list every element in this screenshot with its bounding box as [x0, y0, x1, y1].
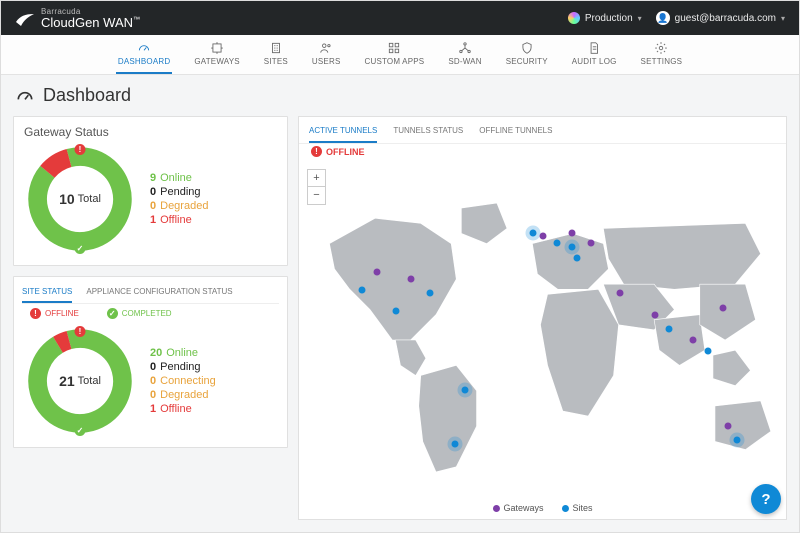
- gateway-icon: [210, 41, 224, 55]
- environment-selector[interactable]: Production ▾: [568, 12, 642, 24]
- map-point-site[interactable]: [393, 308, 400, 315]
- nav-custom-apps[interactable]: CUSTOM APPS: [362, 37, 426, 74]
- gauge-icon: [15, 86, 35, 106]
- map-point-site[interactable]: [734, 437, 741, 444]
- nav-dashboard[interactable]: DASHBOARD: [116, 37, 172, 74]
- main-nav: DASHBOARD GATEWAYS SITES USERS CUSTOM AP…: [1, 35, 799, 75]
- map-point-site[interactable]: [568, 243, 575, 250]
- chevron-down-icon: ▾: [781, 14, 785, 23]
- account-email: guest@barracuda.com: [675, 13, 776, 24]
- account-menu[interactable]: 👤 guest@barracuda.com ▾: [656, 11, 785, 25]
- tab-tunnels-status[interactable]: TUNNELS STATUS: [393, 125, 463, 143]
- gateway-legend: 9Online 0Pending 0Degraded 1Offline: [150, 172, 208, 226]
- site-status-donut: ! ✓ 21Total: [24, 325, 136, 437]
- environment-label: Production: [585, 13, 633, 24]
- map-point-site[interactable]: [461, 387, 468, 394]
- world-map-svg: [299, 161, 786, 519]
- nav-security[interactable]: SECURITY: [504, 37, 550, 74]
- nav-sd-wan[interactable]: SD-WAN: [446, 37, 483, 74]
- gateway-status-card: Gateway Status ! ✓ 10Total 9Online 0Pend…: [13, 116, 288, 266]
- gear-icon: [654, 41, 668, 55]
- map-point-site[interactable]: [451, 440, 458, 447]
- document-icon: [587, 41, 601, 55]
- gauge-icon: [137, 41, 151, 55]
- page-title: Dashboard: [1, 75, 799, 116]
- barracuda-logo-icon: [15, 8, 35, 28]
- tab-offline-tunnels[interactable]: OFFLINE TUNNELS: [479, 125, 552, 143]
- nav-gateways[interactable]: GATEWAYS: [192, 37, 241, 74]
- brand-logo: Barracuda CloudGen WAN™: [15, 8, 140, 29]
- network-icon: [458, 41, 472, 55]
- tab-appliance-config-status[interactable]: APPLIANCE CONFIGURATION STATUS: [86, 283, 232, 303]
- donut-total: 10Total: [24, 143, 136, 255]
- users-icon: [319, 41, 333, 55]
- map-point-gateway[interactable]: [373, 268, 380, 275]
- map-point-gateway[interactable]: [690, 337, 697, 344]
- site-status-card: SITE STATUS APPLIANCE CONFIGURATION STAT…: [13, 276, 288, 448]
- map-point-site[interactable]: [554, 240, 561, 247]
- card-title: Gateway Status: [24, 125, 277, 139]
- brand-product: CloudGen WAN™: [41, 16, 140, 29]
- donut-total: 21Total: [24, 325, 136, 437]
- map-point-site[interactable]: [573, 254, 580, 261]
- map-point-gateway[interactable]: [539, 233, 546, 240]
- map-point-gateway[interactable]: [588, 240, 595, 247]
- map-offline-badge: !OFFLINE: [311, 146, 786, 157]
- map-point-gateway[interactable]: [617, 290, 624, 297]
- map-point-site[interactable]: [427, 290, 434, 297]
- dot-icon: [562, 505, 569, 512]
- site-legend: 20Online 0Pending 0Connecting 0Degraded …: [150, 347, 216, 415]
- map-legend: Gateways Sites: [492, 503, 592, 513]
- dot-icon: [492, 505, 499, 512]
- nav-settings[interactable]: SETTINGS: [639, 37, 685, 74]
- nav-users[interactable]: USERS: [310, 37, 343, 74]
- map-point-gateway[interactable]: [724, 422, 731, 429]
- map-point-gateway[interactable]: [651, 311, 658, 318]
- tab-site-status[interactable]: SITE STATUS: [22, 283, 72, 303]
- map-point-site[interactable]: [705, 347, 712, 354]
- map-point-site[interactable]: [359, 286, 366, 293]
- gateway-status-donut: ! ✓ 10Total: [24, 143, 136, 255]
- help-button[interactable]: ?: [751, 484, 781, 514]
- shield-icon: [520, 41, 534, 55]
- world-map[interactable]: + −: [299, 161, 786, 519]
- map-point-site[interactable]: [666, 326, 673, 333]
- map-point-gateway[interactable]: [408, 276, 415, 283]
- map-point-gateway[interactable]: [568, 229, 575, 236]
- nav-audit-log[interactable]: AUDIT LOG: [570, 37, 619, 74]
- site-status-badge: !OFFLINE: [30, 308, 79, 319]
- map-point-site[interactable]: [529, 229, 536, 236]
- nav-sites[interactable]: SITES: [262, 37, 290, 74]
- map-panel: ACTIVE TUNNELS TUNNELS STATUS OFFLINE TU…: [298, 116, 787, 520]
- apps-icon: [387, 41, 401, 55]
- environment-icon: [568, 12, 580, 24]
- tab-active-tunnels[interactable]: ACTIVE TUNNELS: [309, 125, 377, 143]
- chevron-down-icon: ▾: [638, 14, 642, 23]
- map-point-gateway[interactable]: [719, 304, 726, 311]
- topbar: Barracuda CloudGen WAN™ Production ▾ 👤 g…: [1, 1, 799, 35]
- user-icon: 👤: [656, 11, 670, 25]
- building-icon: [269, 41, 283, 55]
